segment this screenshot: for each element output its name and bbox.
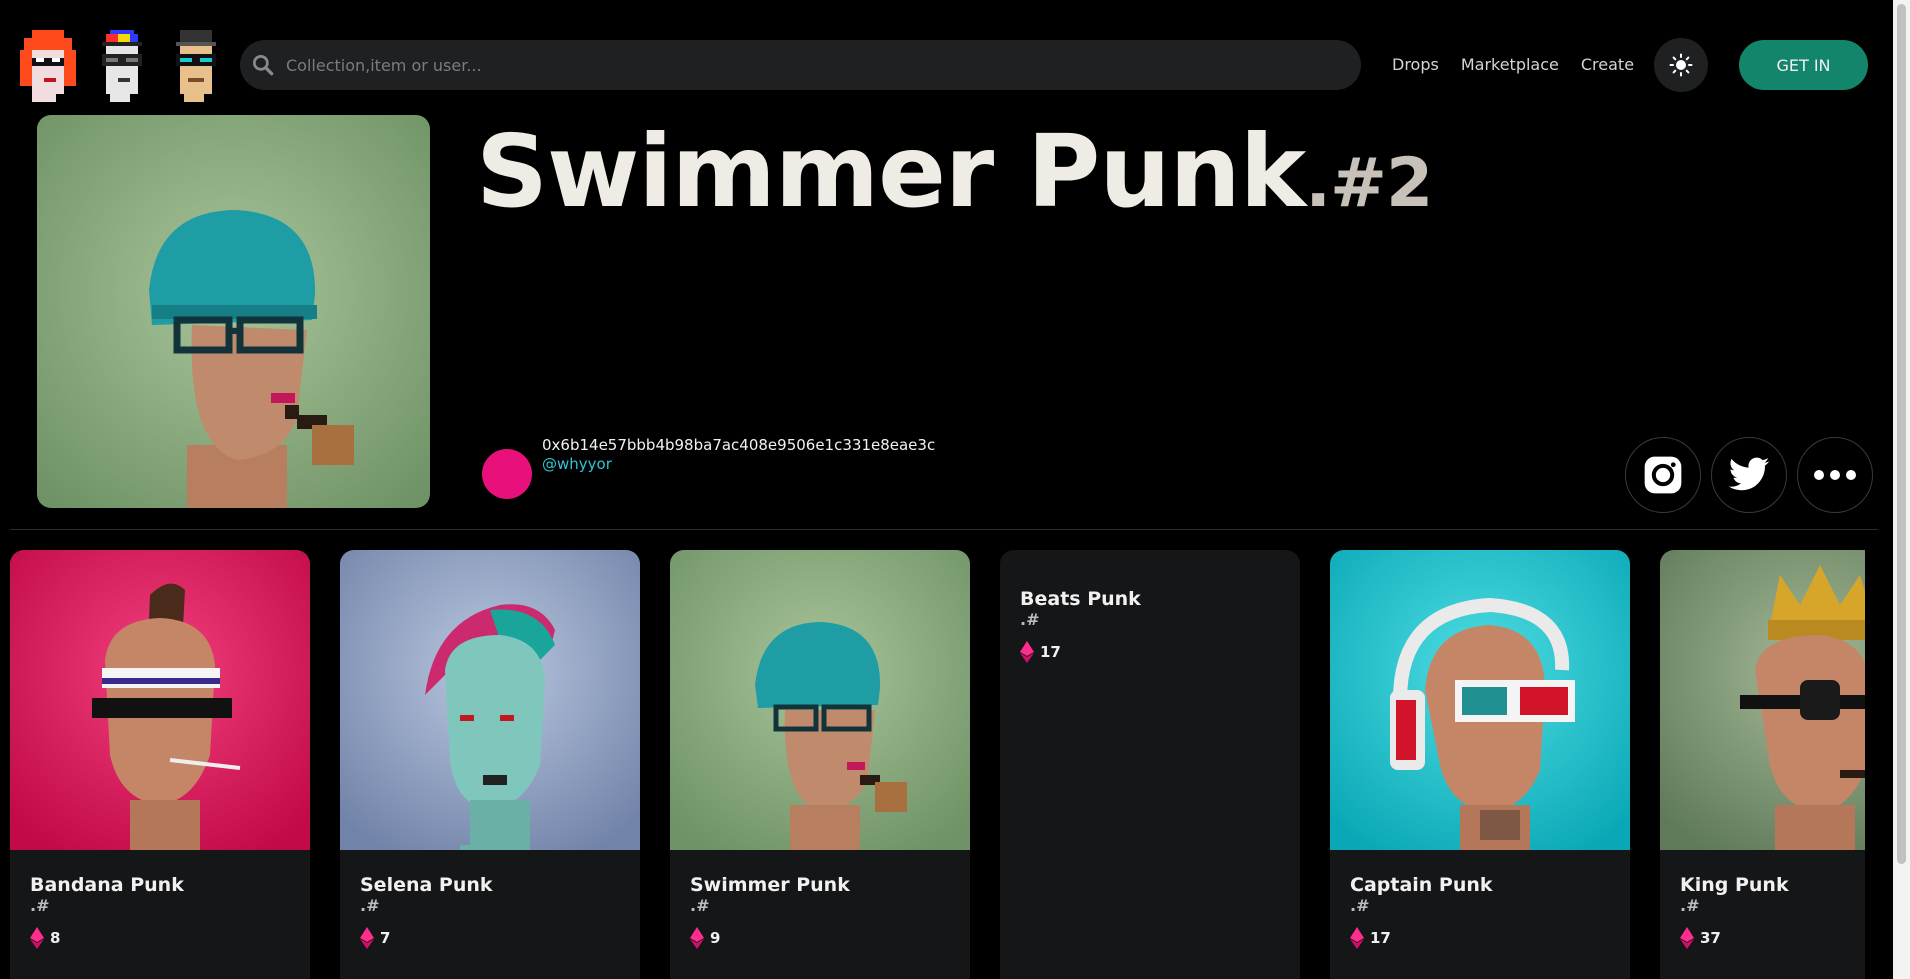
page-scrollbar[interactable] (1893, 0, 1910, 979)
scrollbar-thumb[interactable] (1897, 4, 1906, 864)
hat-punk-logo-icon[interactable] (168, 26, 224, 102)
twitter-icon (1728, 457, 1770, 491)
nft-card[interactable]: Bandana Punk .# 8 (10, 550, 310, 979)
nav-drops[interactable]: Drops (1392, 55, 1439, 74)
card-price-value: 17 (1040, 643, 1061, 661)
swimmer-punk-artwork (37, 115, 430, 508)
card-price: 9 (690, 927, 720, 949)
card-hash: .# (690, 896, 710, 915)
search-bar[interactable] (240, 40, 1361, 90)
card-price: 7 (360, 927, 390, 949)
search-icon (252, 54, 274, 76)
nft-card[interactable]: King Punk .# 37 (1660, 550, 1865, 979)
more-icon (1814, 470, 1856, 480)
sun-icon (1669, 53, 1693, 77)
card-price: 17 (1350, 927, 1391, 949)
card-name: Selena Punk (360, 874, 493, 896)
card-name: King Punk (1680, 874, 1789, 896)
nft-title: Swimmer Punk.#2 (476, 112, 1433, 244)
nft-card[interactable]: Swimmer Punk .# 9 (670, 550, 970, 979)
card-hash: .# (1350, 896, 1370, 915)
ethereum-icon (1020, 641, 1034, 663)
card-hash: .# (1680, 896, 1700, 915)
owner-handle-link[interactable]: @whyyor (542, 455, 612, 473)
bandana-punk-artwork (10, 550, 310, 850)
captain-punk-artwork (1330, 550, 1630, 850)
nft-title-name: Swimmer Punk (476, 113, 1306, 230)
card-name: Swimmer Punk (690, 874, 850, 896)
ethereum-icon (1680, 927, 1694, 949)
card-hash: .# (1020, 610, 1040, 629)
cap-punk-logo-icon[interactable] (94, 26, 150, 102)
king-punk-artwork (1660, 550, 1865, 850)
nft-title-suffix: .#2 (1305, 144, 1433, 223)
get-in-button[interactable]: GET IN (1739, 40, 1868, 90)
twitter-button[interactable] (1711, 437, 1787, 513)
ethereum-icon (30, 927, 44, 949)
nft-card[interactable]: Beats Punk .# 17 (1000, 550, 1300, 979)
card-price-value: 9 (710, 929, 721, 947)
logo-group[interactable] (20, 26, 224, 102)
instagram-icon (1644, 456, 1682, 494)
theme-toggle-button[interactable] (1654, 38, 1708, 92)
instagram-button[interactable] (1625, 437, 1701, 513)
card-price-value: 8 (50, 929, 61, 947)
selena-punk-artwork (340, 550, 640, 850)
card-price: 8 (30, 927, 60, 949)
card-name: Captain Punk (1350, 874, 1493, 896)
swimmer-punk-artwork (670, 550, 970, 850)
ethereum-icon (690, 927, 704, 949)
hero-nft-image (37, 115, 430, 508)
ethereum-icon (1350, 927, 1364, 949)
more-options-button[interactable] (1797, 437, 1873, 513)
card-price-value: 37 (1700, 929, 1721, 947)
card-price: 17 (1020, 641, 1061, 663)
card-hash: .# (30, 896, 50, 915)
nft-card-row: Bandana Punk .# 8 Selena Punk .# 7 Swimm… (10, 550, 1865, 979)
card-hash: .# (360, 896, 380, 915)
nft-card[interactable]: Selena Punk .# 7 (340, 550, 640, 979)
red-hair-punk-logo-icon[interactable] (20, 26, 76, 102)
section-divider (10, 529, 1878, 530)
nav-marketplace[interactable]: Marketplace (1461, 55, 1559, 74)
card-name: Beats Punk (1020, 588, 1141, 610)
card-price-value: 17 (1370, 929, 1391, 947)
card-price-value: 7 (380, 929, 391, 947)
card-name: Bandana Punk (30, 874, 184, 896)
ethereum-icon (360, 927, 374, 949)
card-price: 37 (1680, 927, 1721, 949)
nft-card[interactable]: Captain Punk .# 17 (1330, 550, 1630, 979)
owner-avatar[interactable] (482, 449, 532, 499)
main-nav: Drops Marketplace Create (1392, 55, 1634, 74)
search-input[interactable] (284, 54, 1288, 76)
nav-create[interactable]: Create (1581, 55, 1634, 74)
owner-address: 0x6b14e57bbb4b98ba7ac408e9506e1c331e8eae… (542, 436, 936, 454)
top-header: Drops Marketplace Create GET IN (0, 0, 1910, 130)
